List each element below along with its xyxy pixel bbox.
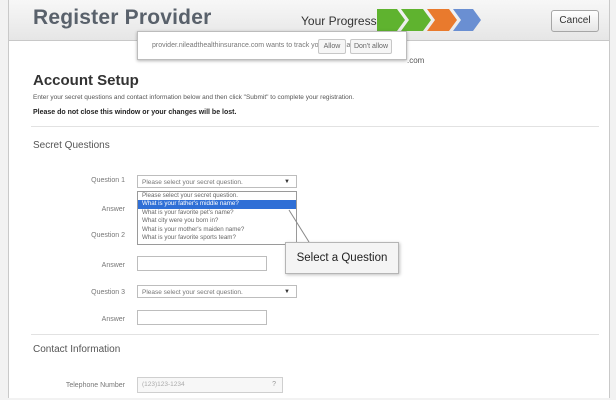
question3-select[interactable]: Please select your secret question. ▼	[137, 285, 297, 298]
telephone-input[interactable]: (123)123-1234 ?	[137, 377, 283, 393]
help-icon: ?	[272, 381, 276, 388]
telephone-label: Telephone Number	[65, 382, 125, 389]
app-window: Register Provider Your Progress Cancel .…	[8, 0, 610, 398]
answer2-label: Answer	[101, 262, 125, 269]
chevron-down-icon: ▼	[284, 289, 290, 295]
contact-information-heading: Contact Information	[33, 344, 121, 355]
question3-value: Please select your secret question.	[142, 289, 243, 296]
telephone-placeholder: (123)123-1234	[142, 381, 185, 388]
divider	[31, 334, 599, 335]
select-question-callout: Select a Question	[285, 242, 399, 274]
callout-pointer	[288, 209, 310, 243]
question3-label: Question 3	[91, 289, 125, 296]
answer3-label: Answer	[101, 316, 125, 323]
answer2-input[interactable]	[137, 256, 267, 271]
answer3-input[interactable]	[137, 310, 267, 325]
